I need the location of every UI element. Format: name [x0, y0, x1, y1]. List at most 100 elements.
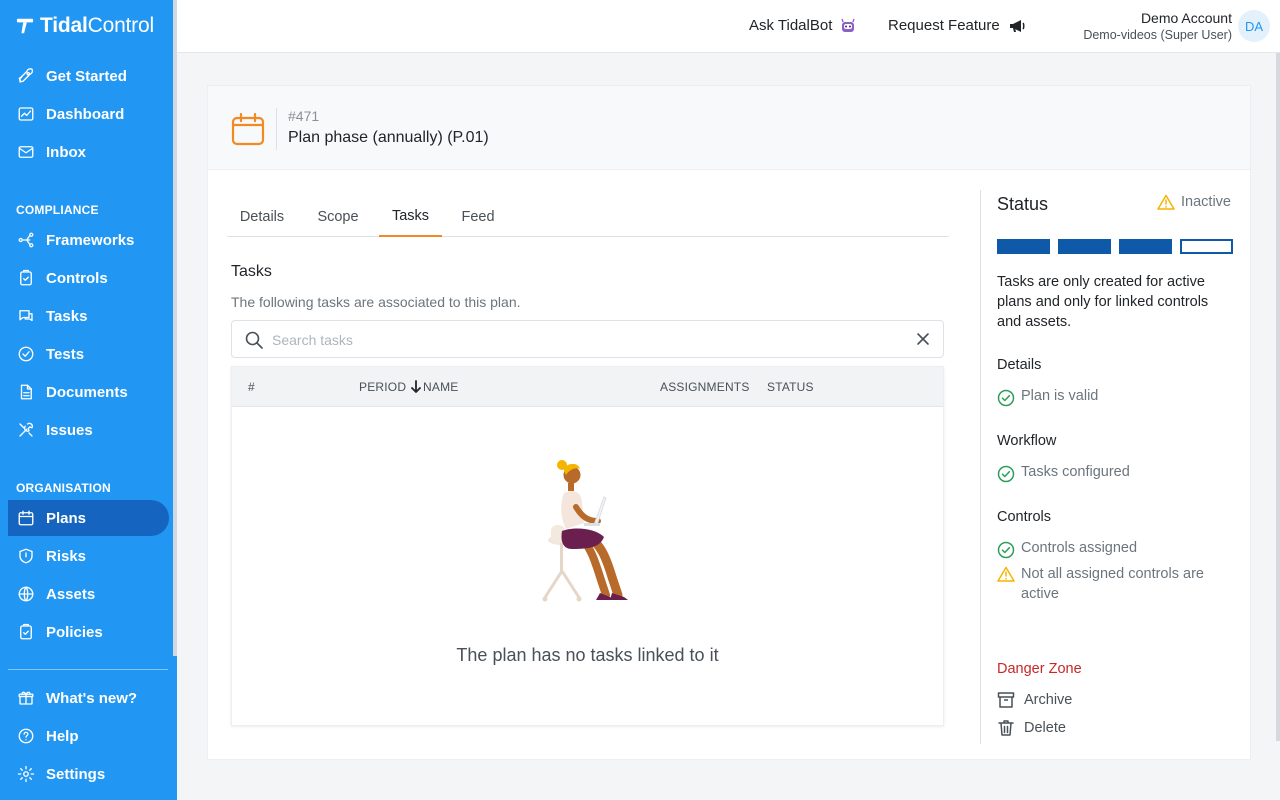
empty-state-illustration [542, 460, 628, 602]
sidebar-item-label: Risks [46, 547, 87, 565]
column-header-period-label: PERIOD [359, 380, 407, 394]
sidebar-item-help[interactable]: Help [8, 718, 169, 754]
delete-button[interactable]: Delete [997, 719, 1066, 737]
ask-tidalbot-label: Ask TidalBot [749, 17, 833, 34]
sidebar-item-label: Policies [46, 623, 103, 641]
sidebar: TidalControl Get Started Dashboard Inbox… [0, 0, 177, 800]
tasks-section-subtitle: The following tasks are associated to th… [231, 294, 521, 310]
sidebar-item-risks[interactable]: Risks [8, 538, 169, 574]
tab-scope[interactable]: Scope [305, 196, 371, 237]
check-circle-icon [997, 465, 1015, 483]
sidebar-item-label: Tests [46, 345, 85, 363]
section-label-compliance: COMPLIANCE [16, 203, 99, 217]
app-logo[interactable]: TidalControl [16, 14, 154, 38]
megaphone-icon [1009, 19, 1025, 32]
warning-icon [997, 566, 1015, 582]
sidebar-item-label: Inbox [46, 143, 86, 161]
logo-text-light: Control [87, 14, 154, 37]
sidebar-item-tests[interactable]: Tests [8, 336, 169, 372]
user-menu[interactable]: Demo Account Demo-videos (Super User) [1083, 10, 1232, 42]
column-header-assignments[interactable]: ASSIGNMENTS [660, 380, 750, 394]
sidebar-item-label: Controls [46, 269, 108, 287]
page-scrollbar[interactable] [1276, 53, 1280, 741]
sidebar-item-label: Dashboard [46, 105, 125, 123]
sort-arrow-down-icon [411, 380, 422, 393]
mail-icon [16, 142, 36, 162]
plan-card: #471 Plan phase (annually) (P.01) Detail… [207, 85, 1251, 760]
chat-icon [16, 306, 36, 326]
logo-text-bold: Tidal [40, 14, 88, 37]
archive-button[interactable]: Archive [997, 691, 1072, 709]
tidal-logo-icon [16, 18, 34, 34]
tab-details[interactable]: Details [227, 196, 297, 237]
plan-id: #471 [288, 108, 320, 124]
tasks-section-title: Tasks [231, 263, 272, 280]
sidebar-item-policies[interactable]: Policies [8, 614, 169, 650]
sidebar-item-assets[interactable]: Assets [8, 576, 169, 612]
status-group-workflow-title: Workflow [997, 433, 1057, 449]
help-icon [16, 726, 36, 746]
sidebar-item-whats-new[interactable]: What's new? [8, 680, 169, 716]
progress-step-complete [1119, 239, 1172, 254]
status-panel-divider [980, 190, 981, 744]
rocket-icon [16, 66, 36, 86]
sidebar-item-documents[interactable]: Documents [8, 374, 169, 410]
sidebar-item-label: What's new? [46, 689, 138, 707]
check-label: Plan is valid [1021, 388, 1099, 404]
archive-label: Archive [1024, 692, 1073, 708]
column-header-period[interactable]: PERIOD [359, 380, 422, 394]
empty-state-message: The plan has no tasks linked to it [456, 645, 719, 665]
sidebar-item-issues[interactable]: Issues [8, 412, 169, 448]
sidebar-item-plans[interactable]: Plans [8, 500, 169, 536]
close-icon[interactable] [915, 331, 931, 347]
policy-icon [16, 622, 36, 642]
column-header-status[interactable]: STATUS [767, 380, 814, 394]
robot-icon [841, 18, 855, 32]
sidebar-item-settings[interactable]: Settings [8, 756, 169, 792]
sidebar-item-tasks[interactable]: Tasks [8, 298, 169, 334]
tools-icon [16, 420, 36, 440]
sidebar-scrollbar[interactable] [173, 0, 177, 656]
sidebar-item-label: Tasks [46, 307, 88, 325]
sidebar-item-frameworks[interactable]: Frameworks [8, 222, 169, 258]
sidebar-item-label: Settings [46, 765, 106, 783]
search-bar [231, 320, 944, 358]
trash-icon [998, 720, 1014, 736]
check-plan-valid: Plan is valid [997, 388, 1098, 407]
status-group-details-title: Details [997, 357, 1042, 373]
sidebar-item-inbox[interactable]: Inbox [8, 134, 169, 170]
status-description: Tasks are only created for active plans … [997, 274, 1209, 330]
document-icon [16, 382, 36, 402]
sidebar-item-label: Get Started [46, 67, 127, 85]
dashboard-icon [16, 104, 36, 124]
search-input[interactable] [272, 329, 892, 351]
section-label-organisation: ORGANISATION [16, 481, 111, 495]
request-feature-link[interactable]: Request Feature [888, 17, 1026, 34]
shield-icon [16, 546, 36, 566]
gift-icon [16, 688, 36, 708]
sidebar-item-get-started[interactable]: Get Started [8, 58, 169, 94]
frameworks-icon [16, 230, 36, 250]
delete-label: Delete [1024, 720, 1066, 736]
check-circle-icon [997, 389, 1015, 407]
user-organisation: Demo-videos (Super User) [1083, 28, 1232, 42]
sidebar-item-label: Documents [46, 383, 128, 401]
danger-zone-title: Danger Zone [997, 661, 1082, 677]
column-header-number[interactable]: # [248, 380, 255, 394]
top-bar: Ask TidalBot Request Feature Demo Accoun… [177, 0, 1280, 53]
column-header-name[interactable]: NAME [423, 380, 458, 394]
sidebar-item-controls[interactable]: Controls [8, 260, 169, 296]
avatar[interactable]: DA [1238, 10, 1270, 42]
tab-tasks[interactable]: Tasks [379, 196, 442, 237]
progress-step-complete [1058, 239, 1111, 254]
sidebar-item-dashboard[interactable]: Dashboard [8, 96, 169, 132]
archive-icon [997, 692, 1015, 708]
plan-header: #471 Plan phase (annually) (P.01) [208, 86, 1250, 170]
tab-feed[interactable]: Feed [450, 196, 506, 237]
status-badge-label: Inactive [1181, 194, 1231, 210]
ask-tidalbot-link[interactable]: Ask TidalBot [749, 17, 856, 34]
request-feature-label: Request Feature [888, 17, 1000, 34]
progress-step-complete [997, 239, 1050, 254]
calendar-icon [231, 112, 265, 146]
status-badge: Inactive [1157, 194, 1231, 210]
